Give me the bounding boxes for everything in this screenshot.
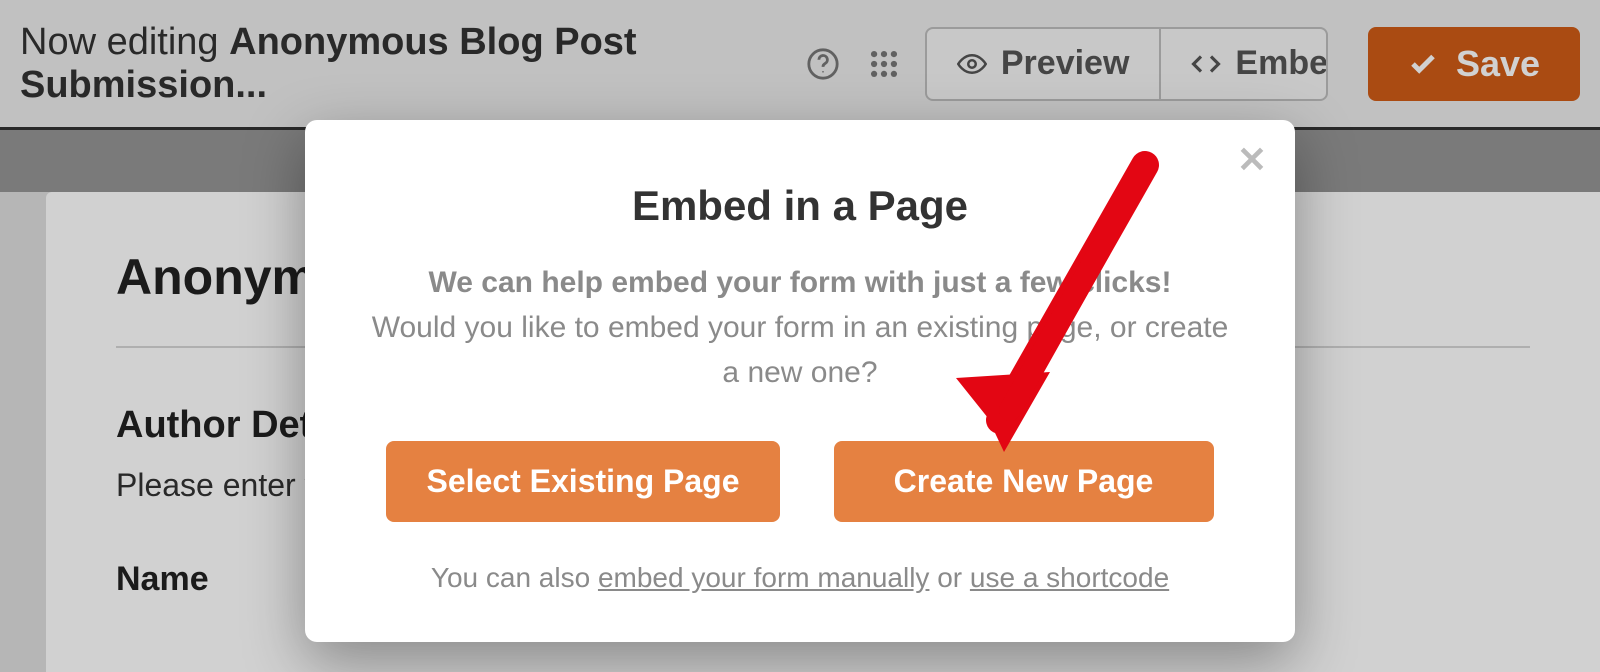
select-existing-page-button[interactable]: Select Existing Page	[386, 441, 779, 522]
modal-lead: We can help embed your form with just a …	[365, 260, 1235, 305]
modal-foot-prefix: You can also	[431, 562, 598, 593]
embed-manually-link[interactable]: embed your form manually	[598, 562, 929, 593]
close-icon[interactable]: ✕	[1237, 142, 1267, 178]
embed-modal: ✕ Embed in a Page We can help embed your…	[305, 120, 1295, 642]
create-new-page-button[interactable]: Create New Page	[834, 441, 1214, 522]
modal-foot-mid: or	[929, 562, 969, 593]
modal-body: We can help embed your form with just a …	[365, 260, 1235, 395]
use-shortcode-link[interactable]: use a shortcode	[970, 562, 1169, 593]
modal-footer: You can also embed your form manually or…	[365, 562, 1235, 594]
modal-question: Would you like to embed your form in an …	[372, 311, 1229, 389]
modal-title: Embed in a Page	[365, 182, 1235, 230]
modal-actions: Select Existing Page Create New Page	[365, 441, 1235, 522]
